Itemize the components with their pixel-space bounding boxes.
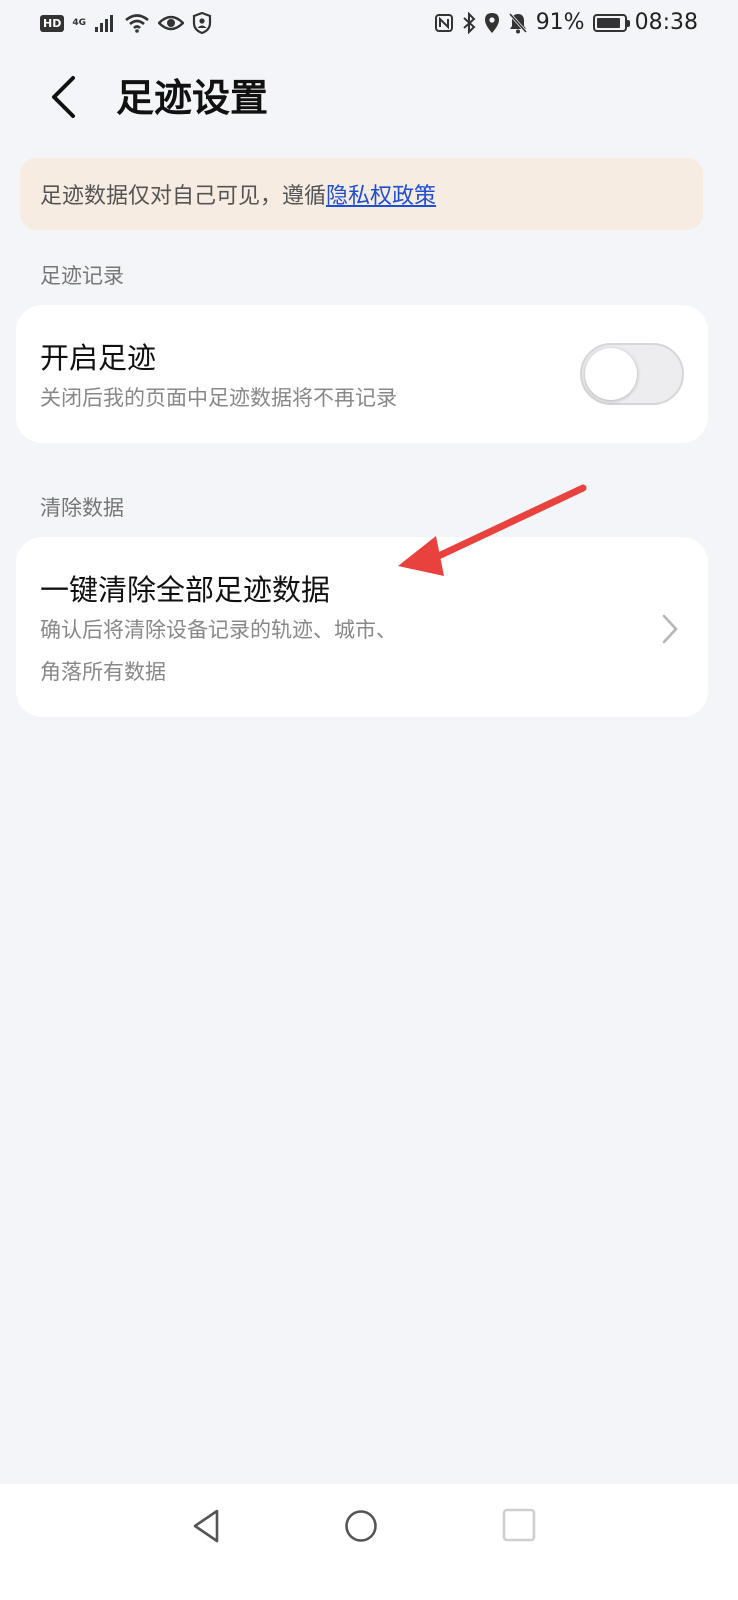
footprint-toggle-card: 开启足迹 关闭后我的页面中足迹数据将不再记录: [16, 305, 708, 443]
wifi-icon: [125, 14, 149, 33]
status-time: 08:38: [634, 10, 698, 35]
system-nav-bar: [0, 1484, 738, 1600]
eye-icon: [158, 15, 184, 31]
square-recent-icon: [502, 1508, 536, 1542]
nav-back-button[interactable]: [190, 1508, 222, 1548]
app-header: 足迹设置: [0, 60, 738, 140]
battery-percent: 91%: [535, 10, 585, 35]
battery-cap: [626, 19, 630, 27]
chevron-right-icon: [662, 614, 678, 644]
bluetooth-icon: [463, 11, 476, 34]
clear-data-subtitle-line2: 角落所有数据: [40, 660, 166, 684]
hd-badge: HD: [40, 14, 65, 32]
section-label-record: 足迹记录: [40, 264, 124, 288]
circle-home-icon: [345, 1510, 377, 1542]
footprint-toggle-title: 开启足迹: [40, 341, 157, 375]
chevron-left-icon: [52, 76, 75, 118]
location-icon: [484, 12, 499, 33]
back-button[interactable]: [40, 72, 86, 122]
network-type: 4G: [72, 17, 86, 28]
status-bar: HD 4G 91% 08:38: [0, 0, 738, 50]
bell-muted-icon: [508, 12, 527, 33]
nav-recent-button[interactable]: [500, 1506, 538, 1548]
footprint-toggle-subtitle: 关闭后我的页面中足迹数据将不再记录: [40, 386, 397, 410]
status-bar-right: 91% 08:38: [434, 10, 698, 35]
shield-user-icon: [192, 12, 212, 34]
section-label-clear: 清除数据: [40, 496, 124, 520]
clear-data-card[interactable]: 一键清除全部足迹数据 确认后将清除设备记录的轨迹、城市、 角落所有数据: [16, 537, 708, 717]
battery-icon: [592, 13, 630, 32]
page-title: 足迹设置: [116, 76, 269, 120]
privacy-notice: 足迹数据仅对自己可见，遵循 隐私权政策: [20, 158, 703, 230]
status-bar-left: HD 4G: [40, 12, 212, 34]
annotation-arrow-icon: [398, 484, 587, 576]
signal-icon: [95, 15, 113, 32]
privacy-notice-text: 足迹数据仅对自己可见，遵循: [40, 184, 327, 209]
toggle-knob: [585, 348, 637, 400]
clear-data-title: 一键清除全部足迹数据: [40, 573, 331, 607]
nfc-icon: [434, 13, 453, 32]
privacy-policy-link[interactable]: 隐私权政策: [326, 178, 436, 210]
nav-home-button[interactable]: [343, 1508, 379, 1548]
clear-data-subtitle-line1: 确认后将清除设备记录的轨迹、城市、: [40, 618, 397, 642]
battery-fill: [596, 17, 621, 28]
triangle-back-icon: [193, 1509, 219, 1543]
footprint-toggle-switch[interactable]: [580, 343, 684, 405]
